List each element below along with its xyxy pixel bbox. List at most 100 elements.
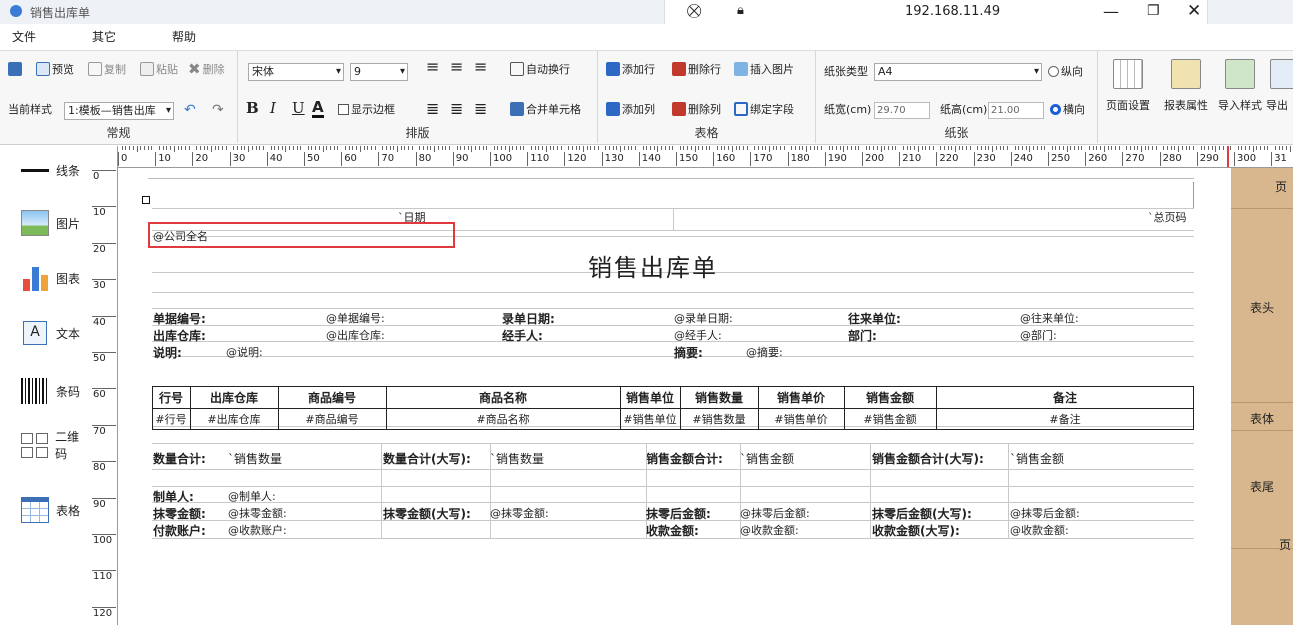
align-right-icon[interactable]: ≡ [474, 57, 487, 76]
pin-off-icon[interactable]: ⛒ [687, 3, 701, 19]
info-value[interactable]: @单据编号: [326, 310, 385, 326]
total-label[interactable]: 销售金额合计: [646, 450, 723, 467]
add-col-button[interactable]: 添加列 [606, 99, 655, 119]
restore-icon[interactable]: ❐ [1147, 3, 1160, 19]
copy-button[interactable]: 复制 [88, 59, 126, 79]
pay-value[interactable]: @收款账户: [228, 522, 287, 538]
paper-width-input[interactable]: 29.70 [874, 102, 930, 119]
info-label[interactable]: 经手人: [502, 327, 543, 344]
lock-icon[interactable]: 🔒︎ [737, 3, 744, 18]
round-value[interactable]: @抹零后金额: [740, 505, 810, 521]
page-setup-button[interactable]: 页面设置 [1100, 59, 1156, 113]
auto-wrap-button[interactable]: 自动换行 [510, 59, 570, 79]
desc-value[interactable]: @说明: [226, 344, 263, 360]
menu-help[interactable]: 帮助 [172, 28, 196, 45]
desc-label[interactable]: 说明: [153, 344, 182, 361]
delete-row-button[interactable]: 删除行 [672, 59, 721, 79]
underline-button[interactable]: U [292, 99, 305, 117]
round-label[interactable]: 抹零后金额: [646, 505, 711, 522]
summary-label[interactable]: 摘要: [674, 344, 703, 361]
total-value[interactable]: `销售数量 [228, 450, 282, 467]
band-page-footer-cut[interactable]: 页 [1279, 536, 1293, 553]
total-value[interactable]: `销售金额 [740, 450, 794, 467]
round-label[interactable]: 抹零后金额(大写): [872, 505, 972, 522]
round-value[interactable]: @抹零金额: [228, 505, 287, 521]
info-label[interactable]: 出库仓库: [153, 327, 206, 344]
table-data-cell[interactable]: #备注 [936, 411, 1194, 427]
tool-text[interactable]: A 文本 [0, 313, 90, 353]
align-center-icon[interactable]: ≡ [450, 57, 463, 76]
info-value[interactable]: @经手人: [674, 327, 722, 343]
pay-label[interactable]: 收款金额(大写): [872, 522, 960, 539]
total-value[interactable]: `销售金额 [1010, 450, 1064, 467]
summary-value[interactable]: @摘要: [746, 344, 783, 360]
table-header-cell[interactable]: 商品名称 [386, 389, 620, 406]
pay-label[interactable]: 付款账户: [153, 522, 206, 539]
maker-value[interactable]: @制单人: [228, 488, 276, 504]
menu-file[interactable]: 文件 [12, 28, 36, 45]
align-left-icon[interactable]: ≡ [426, 57, 439, 76]
table-header-cell[interactable]: 出库仓库 [190, 389, 278, 406]
table-data-cell[interactable]: #商品名称 [386, 411, 620, 427]
info-value[interactable]: @录单日期: [674, 310, 733, 326]
band-footer-label[interactable]: 表尾 [1231, 478, 1293, 495]
table-data-cell[interactable]: #销售数量 [680, 411, 758, 427]
paper-height-input[interactable]: 21.00 [988, 102, 1044, 119]
preview-button[interactable]: 预览 [36, 59, 74, 79]
info-label[interactable]: 往来单位: [848, 310, 901, 327]
report-props-button[interactable]: 报表属性 [1158, 59, 1214, 113]
pay-value[interactable]: @收款金额: [740, 522, 799, 538]
add-row-button[interactable]: 添加行 [606, 59, 655, 79]
table-header-cell[interactable]: 销售数量 [680, 389, 758, 406]
portrait-radio[interactable]: 纵向 [1048, 61, 1083, 81]
round-value[interactable]: @抹零后金额: [1010, 505, 1080, 521]
report-title[interactable]: 销售出库单 [588, 248, 718, 283]
total-value[interactable]: `销售数量 [490, 450, 544, 467]
info-value[interactable]: @出库仓库: [326, 327, 385, 343]
table-header-cell[interactable]: 销售金额 [844, 389, 936, 406]
tool-qrcode[interactable]: 二维码 [0, 425, 90, 465]
paper-type-select[interactable]: A4 [874, 63, 1042, 81]
total-pages-field[interactable]: `总页码 [1148, 209, 1187, 225]
table-header-cell[interactable]: 备注 [936, 389, 1194, 406]
save-button[interactable] [8, 59, 24, 79]
minimize-icon[interactable]: — [1103, 2, 1119, 21]
info-value[interactable]: @部门: [1020, 327, 1057, 343]
table-data-cell[interactable]: #出库仓库 [190, 411, 278, 427]
round-label[interactable]: 抹零金额: [153, 505, 206, 522]
table-data-cell[interactable]: #销售单位 [620, 411, 680, 427]
info-label[interactable]: 部门: [848, 327, 877, 344]
band-page-header-cut[interactable]: 页 [1275, 178, 1293, 195]
total-label[interactable]: 销售金额合计(大写): [872, 450, 984, 467]
merge-cells-button[interactable]: 合并单元格 [510, 99, 581, 119]
table-header-cell[interactable]: 行号 [152, 389, 190, 406]
bold-button[interactable]: B [246, 99, 259, 117]
pay-label[interactable]: 收款金额: [646, 522, 699, 539]
valign-bottom-icon[interactable]: ≣ [474, 99, 487, 118]
italic-button[interactable]: I [270, 99, 276, 117]
valign-middle-icon[interactable]: ≣ [450, 99, 463, 118]
menu-other[interactable]: 其它 [92, 28, 116, 45]
pay-value[interactable]: @收款金额: [1010, 522, 1069, 538]
tool-image[interactable]: 图片 [0, 203, 90, 243]
table-data-cell[interactable]: #商品编号 [278, 411, 386, 427]
table-data-cell[interactable]: #行号 [152, 411, 190, 427]
round-value[interactable]: @抹零金额: [490, 505, 549, 521]
table-header-cell[interactable]: 销售单价 [758, 389, 844, 406]
info-label[interactable]: 单据编号: [153, 310, 206, 327]
maker-label[interactable]: 制单人: [153, 488, 194, 505]
table-data-cell[interactable]: #销售单价 [758, 411, 844, 427]
current-style-select[interactable]: 1:模板—销售出库 [64, 102, 174, 120]
font-name-select[interactable]: 宋体 [248, 63, 344, 81]
design-canvas[interactable]: `日期 `总页码 @公司全名 销售出库单 单据编号: @单据编号: 录单日期: @录单日期: 往… [118, 168, 1231, 625]
font-color-button[interactable]: A [312, 99, 324, 118]
table-header-cell[interactable]: 商品编号 [278, 389, 386, 406]
tool-barcode[interactable]: 条码 [0, 371, 90, 411]
round-label[interactable]: 抹零金额(大写): [383, 505, 471, 522]
table-data-cell[interactable]: #销售金额 [844, 411, 936, 427]
tool-line[interactable]: 线条 [0, 150, 90, 190]
info-label[interactable]: 录单日期: [502, 310, 555, 327]
tool-chart[interactable]: 图表 [0, 258, 90, 298]
paste-button[interactable]: 粘贴 [140, 59, 178, 79]
table-header-cell[interactable]: 销售单位 [620, 389, 680, 406]
